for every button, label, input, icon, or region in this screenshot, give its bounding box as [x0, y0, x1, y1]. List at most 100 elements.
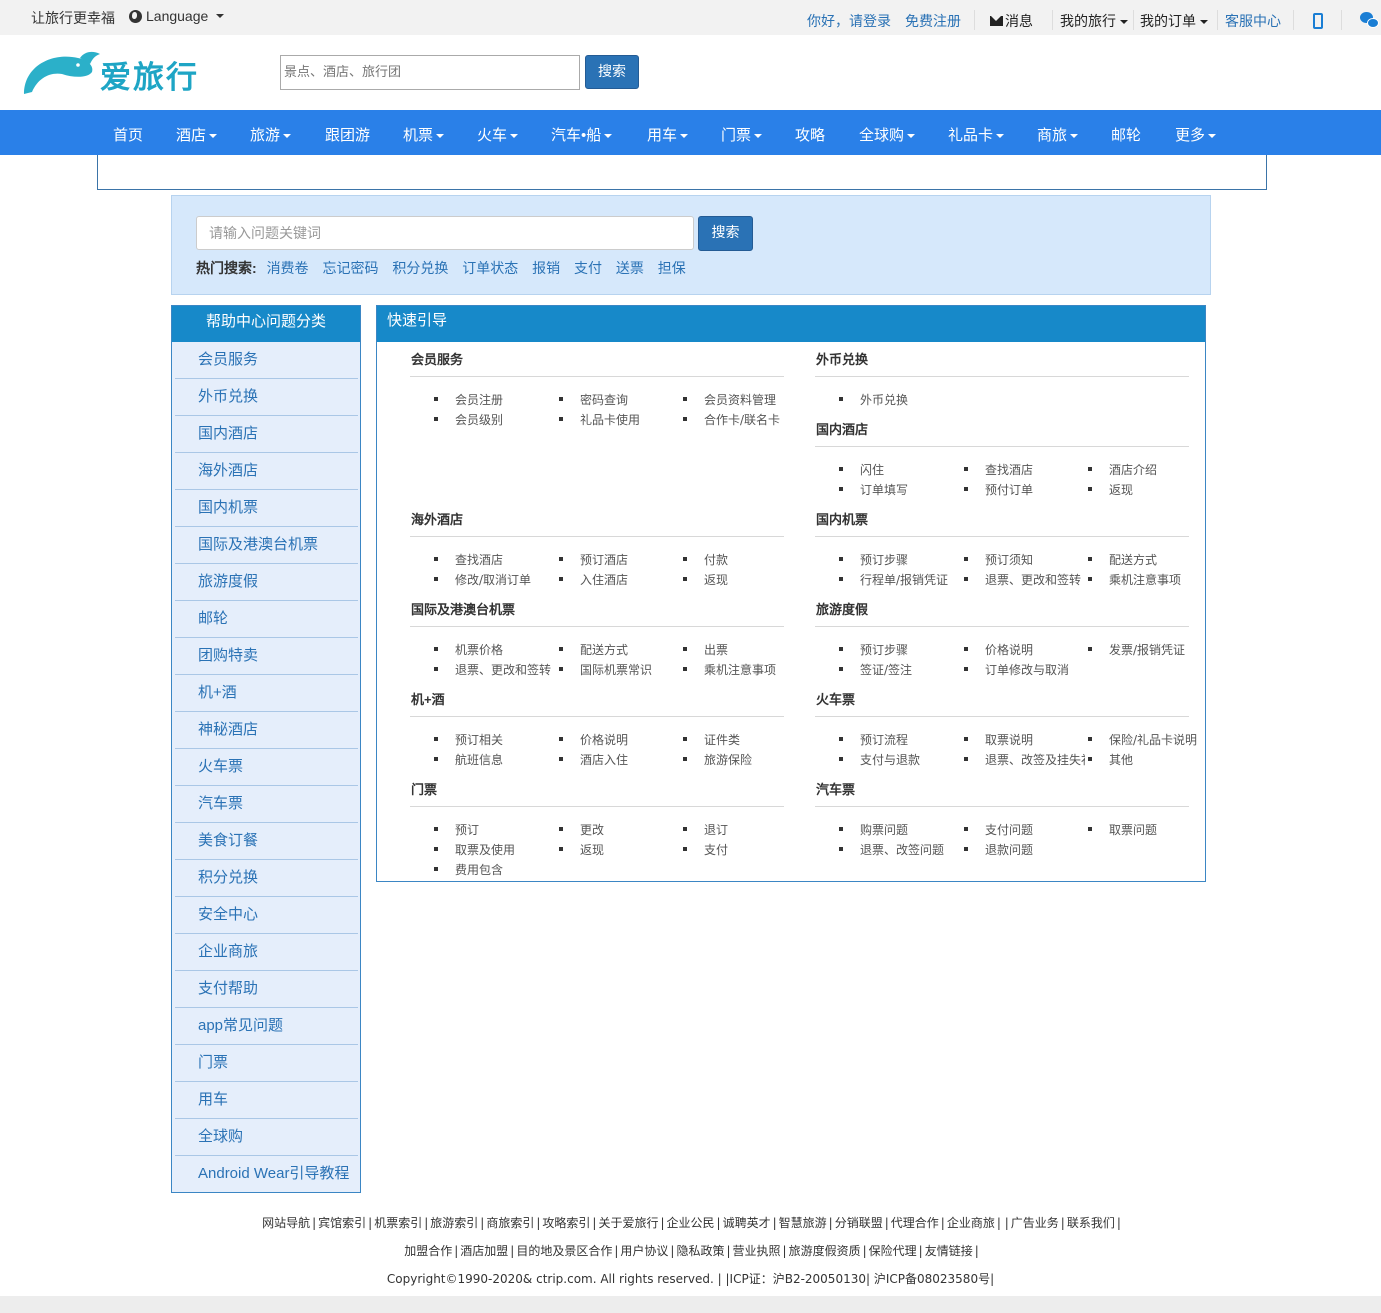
- guide-link[interactable]: 乘机注意事项: [1109, 571, 1181, 588]
- nav-item-business[interactable]: 商旅: [1037, 124, 1079, 145]
- guide-link[interactable]: 合作卡/联名卡: [704, 411, 780, 428]
- hot-search-link[interactable]: 送票: [616, 260, 644, 276]
- hot-search-link[interactable]: 忘记密码: [322, 260, 378, 276]
- guide-link[interactable]: 保险/礼品卡说明: [1109, 731, 1197, 748]
- guide-link[interactable]: 会员资料管理: [704, 391, 776, 408]
- footer-link[interactable]: 企业公民: [665, 1214, 717, 1231]
- guide-link[interactable]: 更改: [580, 821, 604, 838]
- sidebar-item[interactable]: 美食订餐: [175, 823, 358, 860]
- footer-link[interactable]: 诚聘英才: [721, 1214, 773, 1231]
- nav-item-group-tour[interactable]: 跟团游: [325, 124, 370, 145]
- guide-link[interactable]: 支付与退款: [860, 751, 920, 768]
- guide-link[interactable]: 预订须知: [985, 551, 1033, 568]
- hot-search-link[interactable]: 担保: [658, 260, 686, 276]
- footer-link[interactable]: 商旅索引: [484, 1214, 536, 1231]
- sidebar-item[interactable]: 安全中心: [175, 897, 358, 934]
- site-logo[interactable]: 爱旅行: [22, 48, 217, 100]
- messages-link[interactable]: 消息: [990, 11, 1033, 31]
- guide-link[interactable]: 返现: [704, 571, 728, 588]
- hot-search-link[interactable]: 报销: [532, 260, 560, 276]
- guide-link[interactable]: 查找酒店: [985, 461, 1033, 478]
- hot-search-link[interactable]: 支付: [574, 260, 602, 276]
- mobile-phone-icon[interactable]: [1313, 13, 1323, 29]
- guide-link[interactable]: 退票、改签及挂失补办: [985, 751, 1085, 768]
- guide-link[interactable]: 配送方式: [1109, 551, 1157, 568]
- sidebar-item[interactable]: 外币兑换: [175, 379, 358, 416]
- guide-link[interactable]: 退票、改签问题: [860, 841, 944, 858]
- sidebar-item[interactable]: 机+酒: [175, 675, 358, 712]
- hot-search-link[interactable]: 积分兑换: [392, 260, 448, 276]
- guide-link[interactable]: 证件类: [704, 731, 740, 748]
- sidebar-item[interactable]: 汽车票: [175, 786, 358, 823]
- nav-item-flights[interactable]: 机票: [403, 124, 445, 145]
- nav-item-home[interactable]: 首页: [113, 124, 143, 145]
- guide-link[interactable]: 其他: [1109, 751, 1133, 768]
- sidebar-item[interactable]: 用车: [175, 1082, 358, 1119]
- footer-link[interactable]: 保险代理: [867, 1242, 919, 1259]
- sidebar-item[interactable]: 国际及港澳台机票: [175, 527, 358, 564]
- sidebar-item[interactable]: 海外酒店: [175, 453, 358, 490]
- footer-link[interactable]: 营业执照: [731, 1242, 783, 1259]
- sidebar-item[interactable]: 国内机票: [175, 490, 358, 527]
- help-search-input[interactable]: 请输入问题关键词: [196, 216, 694, 250]
- register-link[interactable]: 免费注册: [905, 11, 961, 31]
- guide-link[interactable]: 预订步骤: [860, 641, 908, 658]
- sidebar-item[interactable]: 神秘酒店: [175, 712, 358, 749]
- sidebar-item[interactable]: 企业商旅: [175, 934, 358, 971]
- guide-link[interactable]: 返现: [580, 841, 604, 858]
- guide-link[interactable]: 机票价格: [455, 641, 503, 658]
- guide-link[interactable]: 预订酒店: [580, 551, 628, 568]
- guide-link[interactable]: 取票问题: [1109, 821, 1157, 838]
- footer-link[interactable]: 攻略索引: [540, 1214, 592, 1231]
- guide-link[interactable]: 闪住: [860, 461, 884, 478]
- login-link[interactable]: 你好，请登录: [807, 11, 891, 31]
- nav-item-travel[interactable]: 旅游: [250, 124, 292, 145]
- sidebar-item[interactable]: 邮轮: [175, 601, 358, 638]
- footer-link[interactable]: 隐私政策: [674, 1242, 726, 1259]
- my-travel-menu[interactable]: 我的旅行: [1060, 11, 1128, 31]
- sidebar-item[interactable]: 会员服务: [175, 342, 358, 379]
- guide-link[interactable]: 取票及使用: [455, 841, 515, 858]
- guide-link[interactable]: 酒店入住: [580, 751, 628, 768]
- guide-link[interactable]: 预订步骤: [860, 551, 908, 568]
- footer-link[interactable]: 友情链接: [923, 1242, 975, 1259]
- help-search-button[interactable]: 搜索: [698, 216, 753, 251]
- guide-link[interactable]: 费用包含: [455, 861, 503, 878]
- footer-link[interactable]: 网站导航: [260, 1214, 312, 1231]
- sidebar-item[interactable]: Android Wear引导教程: [175, 1156, 358, 1193]
- footer-link[interactable]: 广告业务: [1009, 1214, 1061, 1231]
- footer-link[interactable]: 用户协议: [618, 1242, 670, 1259]
- guide-link[interactable]: 修改/取消订单: [455, 571, 531, 588]
- footer-link[interactable]: 联系我们: [1065, 1214, 1117, 1231]
- wechat-icon[interactable]: [1360, 12, 1380, 30]
- footer-link[interactable]: 关于爱旅行: [596, 1214, 660, 1231]
- guide-link[interactable]: 发票/报销凭证: [1109, 641, 1185, 658]
- sidebar-item[interactable]: 积分兑换: [175, 860, 358, 897]
- guide-link[interactable]: 乘机注意事项: [704, 661, 776, 678]
- guide-link[interactable]: 支付: [704, 841, 728, 858]
- footer-link[interactable]: 分销联盟: [833, 1214, 885, 1231]
- guide-link[interactable]: 订单填写: [860, 481, 908, 498]
- guide-link[interactable]: 订单修改与取消: [985, 661, 1069, 678]
- guide-link[interactable]: 会员级别: [455, 411, 503, 428]
- guide-link[interactable]: 签证/签注: [860, 661, 912, 678]
- guide-link[interactable]: 礼品卡使用: [580, 411, 640, 428]
- footer-link[interactable]: 酒店加盟: [458, 1242, 510, 1259]
- nav-item-cruise[interactable]: 邮轮: [1111, 124, 1141, 145]
- sidebar-item[interactable]: 团购特卖: [175, 638, 358, 675]
- guide-link[interactable]: 航班信息: [455, 751, 503, 768]
- sidebar-item[interactable]: 火车票: [175, 749, 358, 786]
- footer-link[interactable]: 加盟合作: [402, 1242, 454, 1259]
- guide-link[interactable]: 外币兑换: [860, 391, 908, 408]
- sidebar-item[interactable]: 支付帮助: [175, 971, 358, 1008]
- guide-link[interactable]: 预订相关: [455, 731, 503, 748]
- guide-link[interactable]: 旅游保险: [704, 751, 752, 768]
- hot-search-link[interactable]: 消费卷: [267, 260, 309, 276]
- sidebar-item[interactable]: 门票: [175, 1045, 358, 1082]
- guide-link[interactable]: 查找酒店: [455, 551, 503, 568]
- guide-link[interactable]: 退款问题: [985, 841, 1033, 858]
- language-selector[interactable]: Language: [129, 8, 225, 24]
- guide-link[interactable]: 退票、更改和签转: [985, 571, 1081, 588]
- guide-link[interactable]: 购票问题: [860, 821, 908, 838]
- guide-link[interactable]: 取票说明: [985, 731, 1033, 748]
